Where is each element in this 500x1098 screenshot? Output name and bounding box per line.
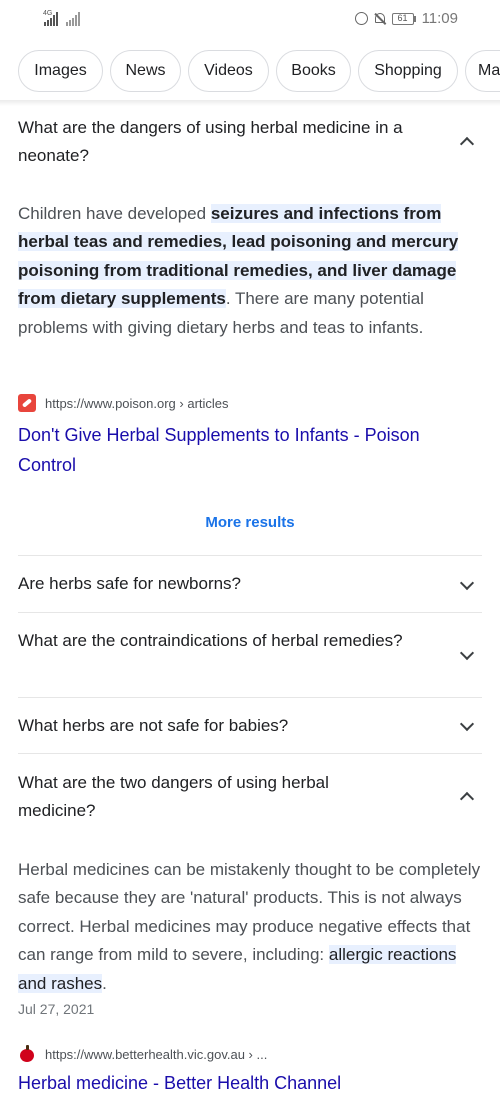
source-url: https://www.betterhealth.vic.gov.au › ..…	[45, 1046, 268, 1062]
answer-date: Jul 27, 2021	[18, 1001, 95, 1017]
sim2-signal-icon	[66, 12, 80, 26]
signal-indicators: 4G	[43, 10, 80, 26]
chip-maps[interactable]: Ma	[465, 50, 500, 92]
apple-favicon-icon	[18, 1045, 36, 1063]
more-results-button[interactable]: More results	[0, 514, 500, 531]
search-filter-chips: Images News Videos Books Shopping Ma	[0, 50, 500, 94]
result-link[interactable]: Herbal medicine - Better Health Channel	[18, 1068, 478, 1098]
alarm-icon	[354, 12, 368, 25]
chip-videos[interactable]: Videos	[188, 50, 269, 92]
chevron-down-icon[interactable]	[459, 575, 475, 591]
answer-text: Children have developed	[18, 204, 211, 223]
source-url: https://www.poison.org › articles	[45, 395, 229, 411]
faq-question[interactable]: Are herbs safe for newborns?	[18, 570, 438, 598]
chips-shadow	[0, 100, 500, 106]
divider	[18, 697, 482, 698]
chip-books[interactable]: Books	[276, 50, 351, 92]
faq-question[interactable]: What are the dangers of using herbal med…	[18, 114, 438, 170]
chip-news[interactable]: News	[110, 50, 181, 92]
sim1-signal-icon: 4G	[43, 10, 58, 26]
chip-images[interactable]: Images	[18, 50, 103, 92]
answer-text-end: .	[102, 973, 107, 993]
source-row[interactable]: https://www.betterhealth.vic.gov.au › ..…	[18, 1045, 267, 1063]
chip-shopping[interactable]: Shopping	[358, 50, 458, 92]
divider	[18, 612, 482, 613]
divider	[18, 753, 482, 754]
poison-control-favicon-icon	[18, 394, 36, 412]
chevron-down-icon[interactable]	[459, 716, 475, 732]
status-bar: 4G 61 11:09	[0, 0, 500, 42]
chevron-up-icon[interactable]	[459, 791, 475, 807]
mute-bell-icon	[374, 12, 386, 25]
battery-level: 61	[397, 12, 408, 23]
chevron-down-icon[interactable]	[459, 645, 475, 661]
faq-question[interactable]: What are the contraindications of herbal…	[18, 627, 418, 655]
faq-answer: Herbal medicines can be mistakenly thoug…	[18, 856, 484, 998]
network-type: 4G	[43, 10, 53, 17]
divider	[18, 555, 482, 556]
source-row[interactable]: https://www.poison.org › articles	[18, 394, 229, 412]
result-link[interactable]: Don't Give Herbal Supplements to Infants…	[18, 420, 478, 480]
faq-question[interactable]: What herbs are not safe for babies?	[18, 712, 438, 740]
battery-icon: 61	[391, 12, 416, 25]
clock: 11:09	[421, 10, 458, 27]
faq-question[interactable]: What are the two dangers of using herbal…	[18, 769, 398, 825]
chevron-up-icon[interactable]	[459, 136, 475, 152]
faq-answer: Children have developed seizures and inf…	[18, 200, 484, 342]
